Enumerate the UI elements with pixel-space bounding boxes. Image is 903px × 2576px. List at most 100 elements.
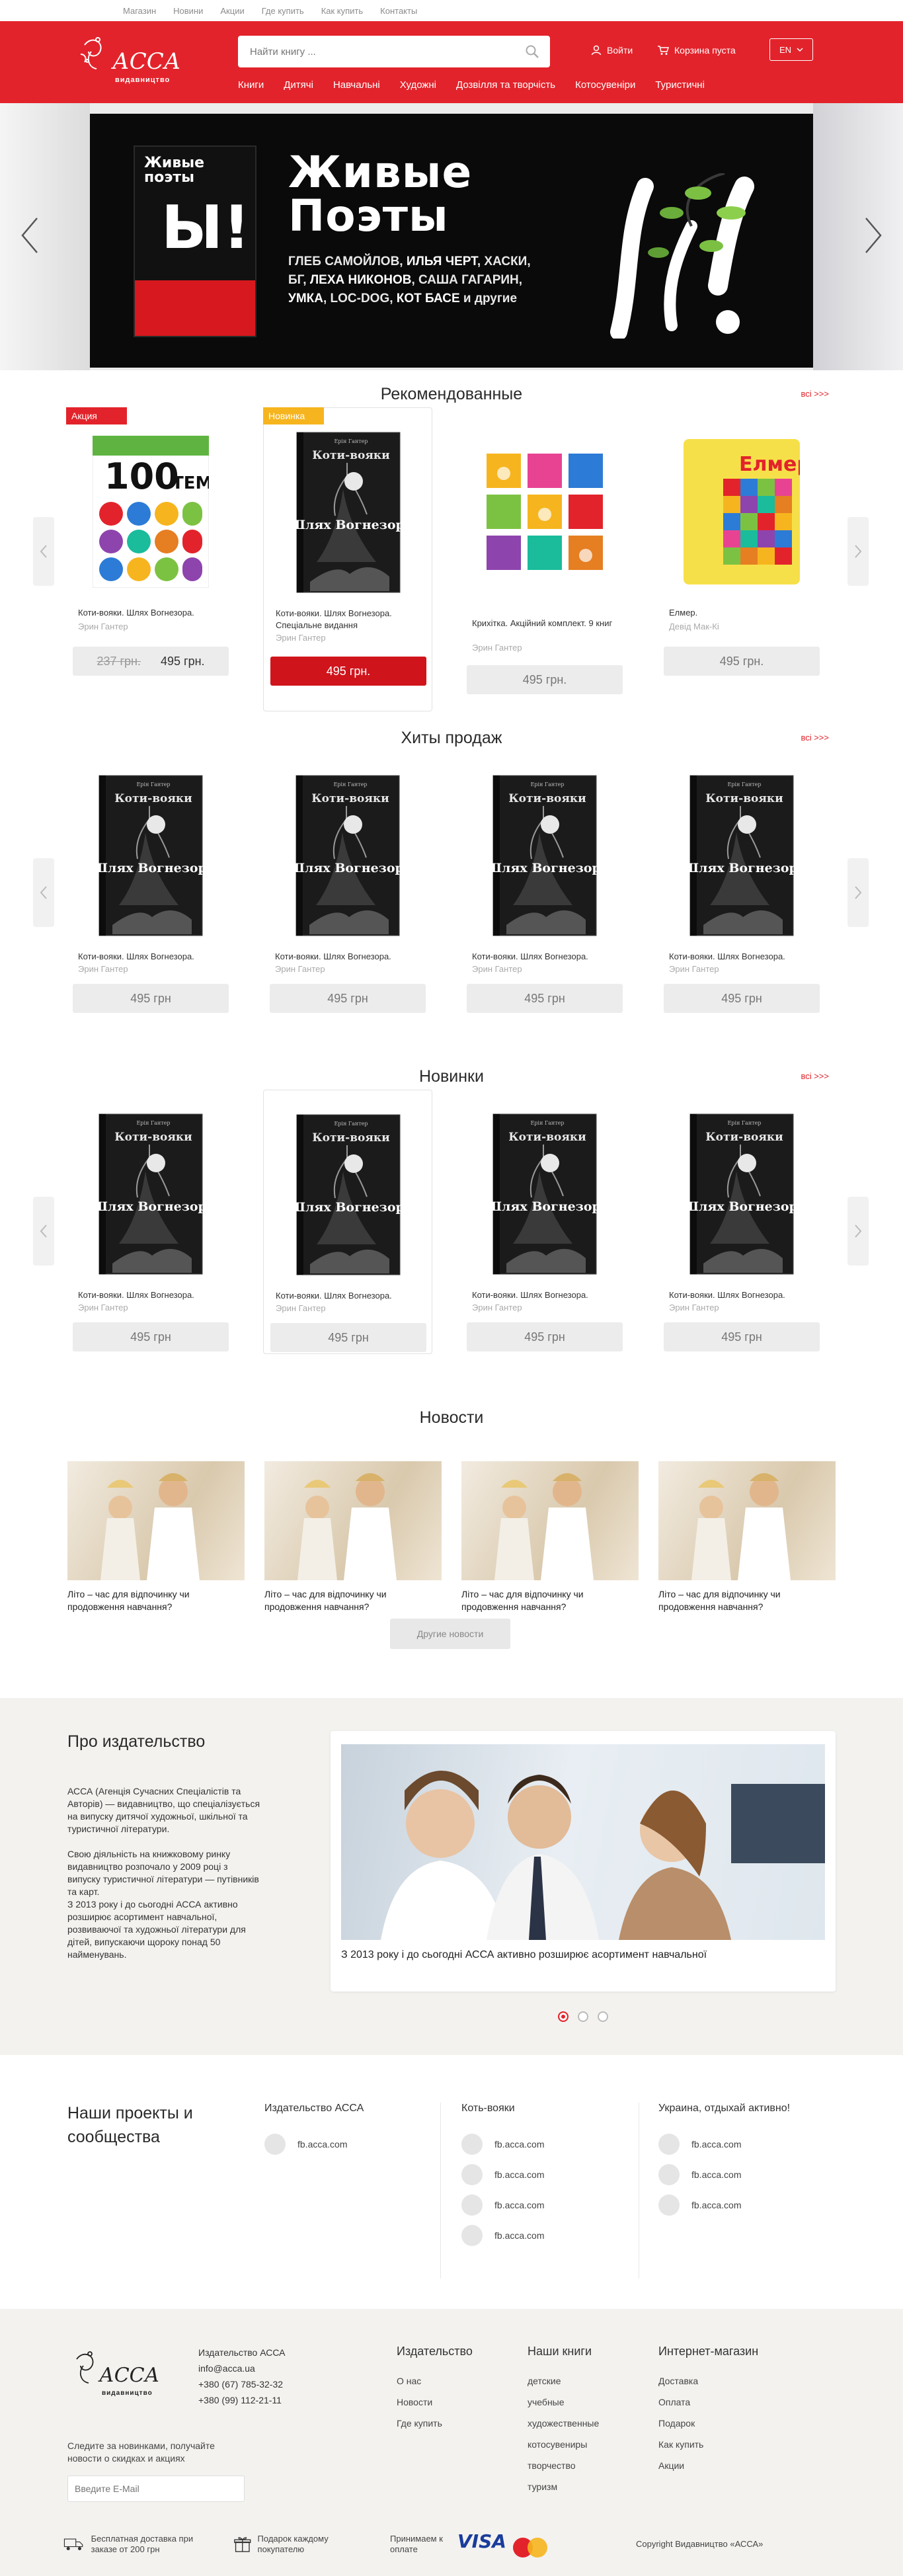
search-icon[interactable] <box>525 44 539 59</box>
top-link[interactable]: Где купить <box>262 6 304 16</box>
product-card[interactable]: Ерін Гантер Коти-вояки Шлях Вогнезора Коти… <box>263 1090 432 1354</box>
product-name[interactable]: Коти-вояки. Шлях Вогнезора. <box>669 951 812 963</box>
project-link[interactable]: fb.acca.com <box>461 2129 620 2159</box>
news-title[interactable]: Літо – час для відпочинку чи продовження… <box>264 1588 442 1613</box>
next-arrow[interactable] <box>847 517 869 586</box>
footer-link[interactable]: Доставка <box>658 2370 758 2392</box>
footer-link[interactable]: Подарок <box>658 2413 758 2434</box>
product-card[interactable]: Ерін Гантер Коти-вояки Шлях Вогнезора Коти… <box>657 1090 826 1394</box>
all-link[interactable]: всі >>> <box>801 1071 829 1081</box>
nav-item-cat-souvenirs[interactable]: Котосувеніри <box>575 79 635 91</box>
product-name[interactable]: Коти-вояки. Шлях Вогнезора. <box>669 1289 812 1301</box>
prev-arrow[interactable] <box>33 858 54 927</box>
product-name[interactable]: Коти-вояки. Шлях Вогнезора. Спеціальне в… <box>276 608 418 631</box>
footer-link[interactable]: Акции <box>658 2455 758 2476</box>
price-button[interactable]: 495 грн. <box>270 657 426 686</box>
footer-link[interactable]: учебные <box>528 2392 599 2413</box>
slider-dot[interactable] <box>558 2011 569 2022</box>
news-title[interactable]: Літо – час для відпочинку чи продовження… <box>67 1588 245 1613</box>
footer-link[interactable]: детские <box>528 2370 599 2392</box>
logo[interactable]: АССА видавництво <box>71 32 190 93</box>
news-item[interactable]: Літо – час для відпочинку чи продовження… <box>658 1461 836 1613</box>
product-name[interactable]: Коти-вояки. Шлях Вогнезора. <box>472 951 615 963</box>
price-button[interactable]: 495 грн. <box>467 665 623 694</box>
next-arrow[interactable] <box>847 858 869 927</box>
price-button[interactable]: 237 грн. 495 грн. <box>73 647 229 676</box>
nav-item-leisure[interactable]: Дозвілля та творчість <box>456 79 555 91</box>
product-card[interactable]: Ерін Гантер Коти-вояки Шлях Вогнезора Коти… <box>66 751 235 1055</box>
product-card[interactable]: Крихітка. Акційний комплект. 9 книг Эрин… <box>460 407 629 711</box>
language-select[interactable]: EN <box>769 38 813 61</box>
slider-dot[interactable] <box>598 2011 608 2022</box>
news-title[interactable]: Літо – час для відпочинку чи продовження… <box>461 1588 639 1613</box>
prev-arrow[interactable] <box>33 1197 54 1266</box>
search-input[interactable] <box>238 36 516 67</box>
news-title[interactable]: Літо – час для відпочинку чи продовження… <box>658 1588 836 1613</box>
top-link[interactable]: Акции <box>220 6 244 16</box>
footer-link[interactable]: художественные <box>528 2413 599 2434</box>
footer-logo[interactable]: АССА видавництво <box>67 2345 167 2408</box>
news-item[interactable]: Літо – час для відпочинку чи продовження… <box>461 1461 639 1613</box>
price-button[interactable]: 495 грн <box>664 1322 820 1351</box>
hero-prev-arrow-icon[interactable] <box>17 216 44 255</box>
product-name[interactable]: Коти-вояки. Шлях Вогнезора. <box>276 1290 418 1302</box>
hero-banner[interactable]: Живые поэты Ы! Живые Поэты ГЛЕБ САМОЙЛОВ… <box>90 114 813 368</box>
product-name[interactable]: Коти-вояки. Шлях Вогнезора. <box>78 607 221 619</box>
footer-link[interactable]: Новости <box>397 2392 473 2413</box>
project-link[interactable]: fb.acca.com <box>658 2159 817 2190</box>
news-item[interactable]: Літо – час для відпочинку чи продовження… <box>264 1461 442 1613</box>
price-button[interactable]: 495 грн <box>467 1322 623 1351</box>
product-name[interactable]: Коти-вояки. Шлях Вогнезора. <box>275 951 418 963</box>
prev-arrow[interactable] <box>33 517 54 586</box>
email-field[interactable] <box>67 2475 245 2502</box>
product-name[interactable]: Коти-вояки. Шлях Вогнезора. <box>78 951 221 963</box>
product-card[interactable]: Ерін Гантер Коти-вояки Шлях Вогнезора Коти… <box>263 751 432 1055</box>
top-link[interactable]: Контакты <box>380 6 417 16</box>
product-card[interactable]: Ерін Гантер Коти-вояки Шлях Вогнезора Коти… <box>657 751 826 1055</box>
top-link[interactable]: Как купить <box>321 6 363 16</box>
product-name[interactable]: Елмер. <box>669 607 812 619</box>
price-button[interactable]: 495 грн <box>664 984 820 1013</box>
top-link[interactable]: Новини <box>173 6 203 16</box>
product-card[interactable]: Акция 100 ТЕМ Коти-вояки. Шлях Вогнезора… <box>66 407 235 711</box>
price-button[interactable]: 495 грн <box>270 1323 426 1352</box>
product-name[interactable]: Коти-вояки. Шлях Вогнезора. <box>78 1289 221 1301</box>
footer-link[interactable]: Как купить <box>658 2434 758 2455</box>
project-link[interactable]: fb.acca.com <box>264 2129 423 2159</box>
project-link[interactable]: fb.acca.com <box>461 2220 620 2251</box>
product-card[interactable]: Ерін Гантер Коти-вояки Шлях Вогнезора Коти… <box>460 1090 629 1394</box>
project-link[interactable]: fb.acca.com <box>658 2190 817 2220</box>
footer-link[interactable]: Где купить <box>397 2413 473 2434</box>
nav-item-fiction[interactable]: Художні <box>400 79 436 91</box>
more-news-button[interactable]: Другие новости <box>390 1619 510 1649</box>
footer-link[interactable]: котосувениры <box>528 2434 599 2455</box>
footer-link[interactable]: творчество <box>528 2455 599 2476</box>
project-link[interactable]: fb.acca.com <box>658 2129 817 2159</box>
product-card[interactable]: Ерін Гантер Коти-вояки Шлях Вогнезора Коти… <box>460 751 629 1055</box>
login-button[interactable]: Войти <box>591 45 633 56</box>
slider-dot[interactable] <box>578 2011 588 2022</box>
product-card[interactable]: Ерін Гантер Коти-вояки Шлях Вогнезора Коти… <box>66 1090 235 1394</box>
footer-phone[interactable]: +380 (99) 112-21-11 <box>198 2392 286 2408</box>
footer-email[interactable]: info@acca.ua <box>198 2360 286 2376</box>
next-arrow[interactable] <box>847 1197 869 1266</box>
footer-link[interactable]: туризм <box>528 2476 599 2497</box>
project-link[interactable]: fb.acca.com <box>461 2190 620 2220</box>
product-card[interactable]: Новинка Ерін Гантер Коти-вояки Шлях Вогнез… <box>263 407 432 711</box>
product-name[interactable]: Коти-вояки. Шлях Вогнезора. <box>472 1289 615 1301</box>
nav-item-kids[interactable]: Дитячі <box>284 79 313 91</box>
price-button[interactable]: 495 грн <box>73 1322 229 1351</box>
footer-link[interactable]: О нас <box>397 2370 473 2392</box>
all-link[interactable]: всі >>> <box>801 389 829 399</box>
product-name[interactable]: Крихітка. Акційний комплект. 9 книг <box>472 618 615 629</box>
about-slider[interactable]: З 2013 року і до сьогодні АССА активно р… <box>331 1731 836 1992</box>
news-item[interactable]: Літо – час для відпочинку чи продовження… <box>67 1461 245 1613</box>
nav-item-tourism[interactable]: Туристичні <box>655 79 705 91</box>
nav-item-books[interactable]: Книги <box>238 79 264 91</box>
footer-link[interactable]: Оплата <box>658 2392 758 2413</box>
footer-phone[interactable]: +380 (67) 785-32-32 <box>198 2376 286 2392</box>
price-button[interactable]: 495 грн <box>270 984 426 1013</box>
nav-item-education[interactable]: Навчальні <box>333 79 380 91</box>
hero-next-arrow-icon[interactable] <box>859 216 886 255</box>
price-button[interactable]: 495 грн. <box>664 647 820 676</box>
